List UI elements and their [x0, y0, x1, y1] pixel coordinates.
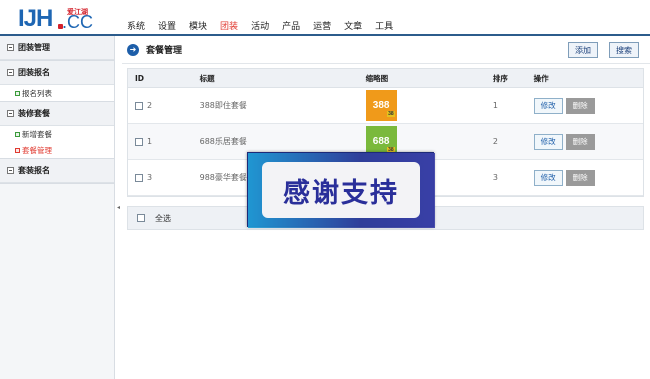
sidebar-item-label: 套餐管理 [22, 145, 52, 155]
bullet-icon [15, 90, 20, 96]
sidebar-section-group-management: 团装管理 [0, 36, 114, 61]
thumb-text: 688 [372, 136, 390, 147]
row-actions: 修改 删除 [533, 97, 643, 114]
edit-button[interactable]: 修改 [533, 169, 563, 186]
select-all-label: 全选 [155, 213, 171, 223]
row-id-cell: 2 [128, 101, 200, 110]
arrow-right-icon: ➜ [127, 43, 139, 56]
row-id-cell: 3 [128, 173, 200, 182]
row-order: 3 [492, 173, 498, 182]
row-checkbox[interactable] [135, 101, 143, 110]
column-header-order: 排序 [492, 73, 508, 83]
row-id: 3 [147, 173, 153, 182]
row-actions: 修改 删除 [533, 133, 643, 150]
sidebar-section-packages: 装修套餐 新增套餐 套餐管理 [0, 102, 114, 159]
top-header: IJH .CC 爱江湖 系统 设置 模块 团装 活动 产品 运营 文章 工具 [0, 0, 650, 36]
add-button[interactable]: 添加 [568, 42, 598, 58]
column-header-id: ID [135, 73, 145, 83]
bullet-icon [15, 131, 20, 137]
sidebar-collapse-handle[interactable]: ◂ [115, 200, 122, 214]
row-id: 2 [147, 101, 153, 110]
edit-button[interactable]: 修改 [533, 97, 563, 114]
row-order: 1 [492, 101, 498, 110]
row-thumb-cell: 388 38 [365, 90, 493, 121]
search-button[interactable]: 搜索 [609, 42, 639, 58]
row-id: 1 [147, 137, 153, 146]
thumb-badge: 38 [387, 111, 395, 117]
column-header-thumb: 缩略图 [365, 73, 389, 83]
collapse-icon [7, 69, 14, 76]
sidebar-item-label: 报名列表 [22, 88, 52, 98]
table-row: 2 388即住套餐 388 38 1 修改 删除 [128, 88, 643, 124]
sidebar-head-label: 团装报名 [18, 68, 50, 77]
sidebar-head-group-management[interactable]: 团装管理 [0, 36, 114, 60]
row-actions: 修改 删除 [533, 169, 643, 186]
delete-button[interactable]: 删除 [565, 169, 595, 186]
edit-button[interactable]: 修改 [533, 133, 563, 150]
sidebar-head-suite-signup[interactable]: 套装报名 [0, 159, 114, 183]
collapse-icon [7, 167, 14, 174]
nav-item-products[interactable]: 产品 [282, 19, 300, 33]
sidebar-head-group-signup[interactable]: 团装报名 [0, 61, 114, 85]
nav-item-articles[interactable]: 文章 [344, 19, 362, 33]
select-all-checkbox[interactable] [137, 214, 145, 222]
sidebar-head-label: 团装管理 [18, 43, 50, 52]
thumb-text: 388 [372, 100, 390, 111]
sidebar-item-new-package[interactable]: 新增套餐 [0, 126, 114, 142]
logo-text: IJH [18, 5, 53, 32]
package-thumbnail[interactable]: 388 38 [365, 90, 397, 121]
sidebar: 团装管理 团装报名 报名列表 装修套餐 新增套餐 套餐管理 套装报名 [0, 36, 115, 379]
sidebar-section-group-signup: 团装报名 报名列表 [0, 61, 114, 102]
nav-item-settings[interactable]: 设置 [158, 19, 176, 33]
table-header: ID 标题 缩略图 排序 操作 [128, 69, 643, 88]
row-title: 388即住套餐 [199, 101, 247, 110]
nav-item-activities[interactable]: 活动 [251, 19, 269, 33]
delete-button[interactable]: 删除 [565, 97, 595, 114]
nav-item-modules[interactable]: 模块 [189, 19, 207, 33]
bullet-icon [15, 147, 20, 153]
logo-subtitle: 爱江湖 [67, 8, 88, 16]
sidebar-head-packages[interactable]: 装修套餐 [0, 102, 114, 126]
column-header-op: 操作 [533, 73, 549, 83]
row-id-cell: 1 [128, 137, 200, 146]
page-title: 套餐管理 [146, 46, 183, 56]
nav-item-group-decoration[interactable]: 团装 [220, 19, 238, 33]
top-nav: 系统 设置 模块 团装 活动 产品 运营 文章 工具 [127, 19, 406, 33]
row-order: 2 [492, 137, 498, 146]
sidebar-item-signup-list[interactable]: 报名列表 [0, 85, 114, 101]
collapse-icon [7, 110, 14, 117]
column-header-title: 标题 [199, 73, 215, 83]
nav-item-system[interactable]: 系统 [127, 19, 145, 33]
sidebar-section-suite-signup: 套装报名 [0, 159, 114, 184]
row-title: 688乐居套餐 [199, 137, 247, 146]
overlay-text: 感谢支持 [262, 162, 420, 218]
sidebar-head-label: 装修套餐 [18, 109, 50, 118]
delete-button[interactable]: 删除 [565, 133, 595, 150]
nav-item-tools[interactable]: 工具 [375, 19, 393, 33]
sidebar-head-label: 套装报名 [18, 166, 50, 175]
sidebar-item-package-management[interactable]: 套餐管理 [0, 142, 114, 158]
overlay-banner: 感谢支持 [247, 152, 435, 228]
nav-item-operations[interactable]: 运营 [313, 19, 331, 33]
row-checkbox[interactable] [135, 137, 143, 146]
row-checkbox[interactable] [135, 173, 143, 182]
collapse-icon [7, 44, 14, 51]
sidebar-item-label: 新增套餐 [22, 129, 52, 139]
